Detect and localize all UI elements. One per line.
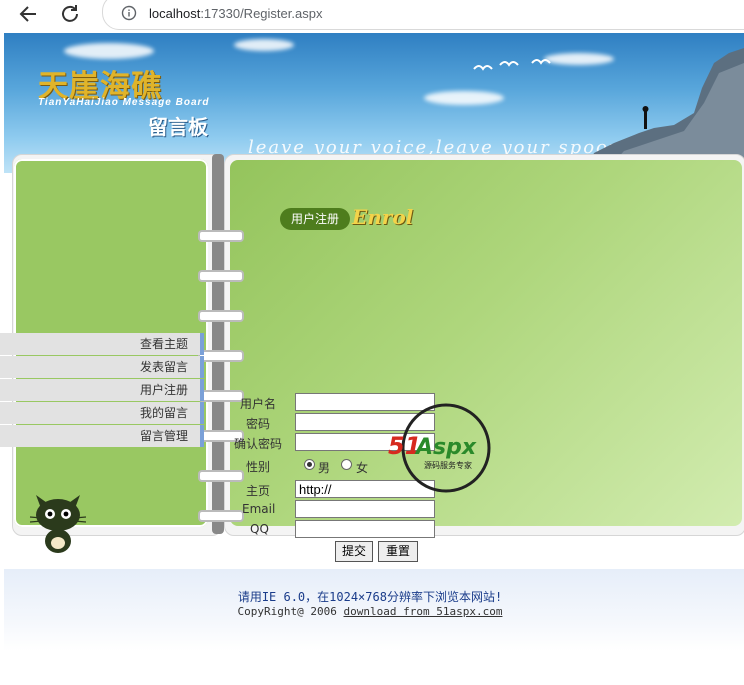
url-text: localhost:17330/Register.aspx — [149, 6, 322, 21]
homepage-label: 主页 — [246, 484, 271, 498]
reset-button[interactable]: 重置 — [378, 541, 418, 562]
download-link[interactable]: download from 51aspx.com — [344, 605, 503, 618]
back-arrow-icon[interactable] — [16, 2, 42, 26]
menu-item-view-topics[interactable]: 查看主题 — [0, 333, 204, 355]
watermark-brand: Aspx — [414, 435, 477, 460]
copyright-text: CopyRight@ 2006 — [237, 605, 344, 618]
site-banner: 天崖海礁 TianYaHaiJiao Message Board 留言板 lea… — [4, 33, 744, 173]
browser-toolbar: localhost:17330/Register.aspx — [0, 0, 744, 30]
binder-ring — [198, 510, 244, 522]
gender-male-radio[interactable] — [304, 459, 315, 470]
menu-item-manage[interactable]: 留言管理 — [0, 425, 204, 447]
birds-icon — [473, 59, 551, 71]
cliff-icon — [584, 48, 744, 173]
confirm-password-label: 确认密码 — [234, 437, 283, 451]
menu-item-post-message[interactable]: 发表留言 — [0, 356, 204, 378]
cloud-decoration — [64, 43, 154, 59]
menu-item-my-messages[interactable]: 我的留言 — [0, 402, 204, 424]
submit-button[interactable]: 提交 — [335, 541, 373, 562]
qq-label: QQ — [250, 522, 269, 536]
binder-ring — [198, 310, 244, 322]
qq-input[interactable] — [295, 520, 435, 538]
address-bar[interactable]: localhost:17330/Register.aspx — [102, 0, 744, 30]
url-path: :17330/Register.aspx — [200, 6, 323, 21]
register-tag-english: Enrol — [352, 205, 414, 229]
cloud-decoration — [424, 91, 504, 105]
email-input[interactable] — [295, 500, 435, 518]
side-menu: 查看主题 发表留言 用户注册 我的留言 留言管理 — [0, 333, 204, 448]
gender-female-radio[interactable] — [341, 459, 352, 470]
binder-ring — [198, 350, 244, 362]
cloud-decoration — [234, 39, 294, 51]
username-label: 用户名 — [240, 397, 277, 411]
gender-male-label: 男 — [318, 461, 331, 475]
binder-ring — [198, 390, 244, 402]
reload-icon[interactable] — [58, 2, 84, 26]
footer-copyright: CopyRight@ 2006 download from 51aspx.com — [0, 605, 740, 618]
logo-english: TianYaHaiJiao Message Board — [38, 97, 210, 108]
brand-watermark-logo: 51 Aspx 源码服务专家 — [388, 403, 491, 493]
register-tag: 用户注册 — [280, 208, 350, 230]
logo-subtitle: 留言板 — [148, 115, 208, 139]
gender-label: 性别 — [246, 460, 271, 474]
watermark-tagline: 源码服务专家 — [424, 460, 472, 470]
binder-ring — [198, 470, 244, 482]
email-label: Email — [242, 502, 276, 516]
binder-ring — [198, 270, 244, 282]
cat-mascot-icon — [29, 495, 87, 553]
gender-female-label: 女 — [356, 461, 369, 475]
binder-ring — [198, 230, 244, 242]
menu-item-register[interactable]: 用户注册 — [0, 379, 204, 401]
password-label: 密码 — [246, 417, 271, 431]
footer-browser-note: 请用IE 6.0，在1024×768分辨率下浏览本网站! — [237, 590, 503, 604]
site-info-icon[interactable] — [121, 5, 137, 25]
url-host: localhost — [149, 6, 201, 21]
